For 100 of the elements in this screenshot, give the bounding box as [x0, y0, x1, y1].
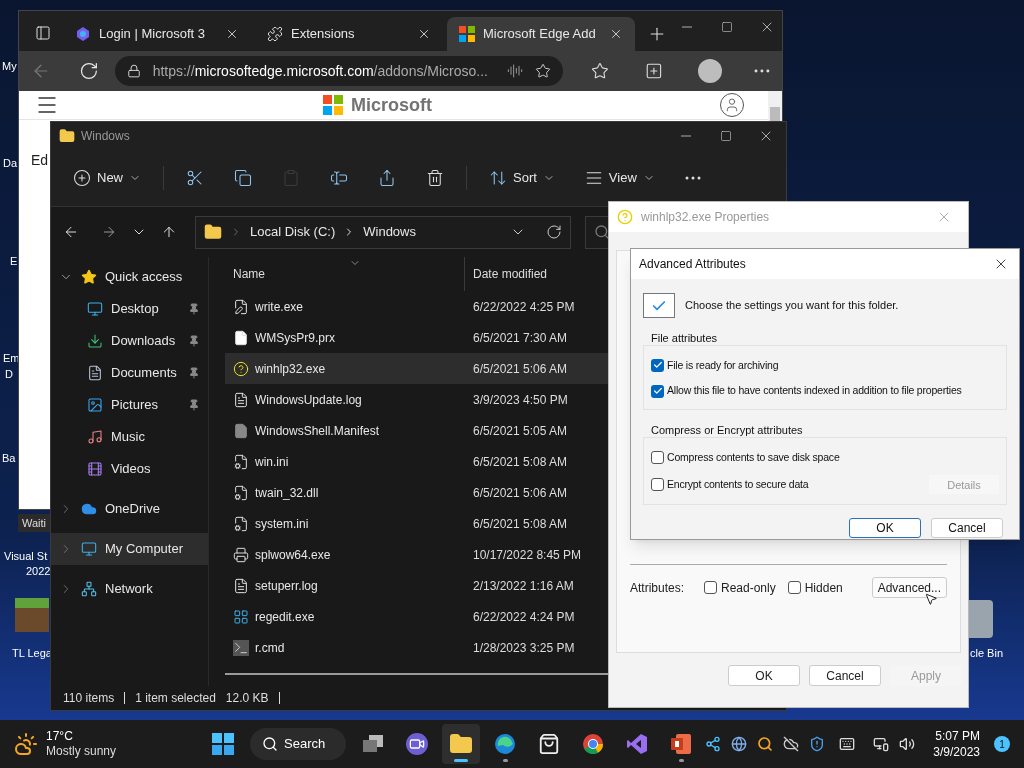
more-icon[interactable]	[754, 69, 770, 73]
task-view-icon	[362, 734, 384, 754]
share-icon[interactable]	[705, 736, 722, 752]
close-tab-icon[interactable]	[609, 27, 623, 41]
column-header[interactable]: Date modified	[465, 265, 548, 283]
plus-icon	[73, 169, 91, 187]
toolbar-button[interactable]: New	[65, 162, 149, 194]
nav-item[interactable]: Pictures	[51, 389, 208, 421]
checkbox[interactable]	[651, 450, 664, 464]
breadcrumb[interactable]: Windows	[363, 222, 416, 242]
file-row[interactable]: system.ini 6/5/2021 5:08 AM	[225, 508, 786, 539]
checkbox[interactable]	[651, 384, 664, 398]
checkbox[interactable]	[704, 581, 717, 594]
pin-icon	[188, 303, 200, 315]
profile-avatar[interactable]	[698, 59, 723, 83]
close-tab-icon[interactable]	[417, 27, 431, 41]
file-icon	[233, 422, 249, 439]
shield-icon[interactable]	[809, 736, 826, 752]
network-icon[interactable]	[873, 736, 890, 752]
up-icon[interactable]	[161, 224, 177, 240]
magnifier-icon[interactable]	[757, 736, 774, 752]
nav-item[interactable]: Documents	[51, 357, 208, 389]
date-cell-text: 6/5/2021 5:06 AM	[472, 360, 568, 378]
close-tab-icon[interactable]	[225, 27, 239, 41]
address-bar[interactable]: Local Disk (C:) Windows	[195, 215, 571, 249]
desktop-icon	[87, 301, 103, 317]
collections-icon[interactable]	[644, 62, 663, 80]
checkbox[interactable]	[651, 358, 664, 372]
browser-tab[interactable]: Login | Microsoft 3	[63, 17, 251, 51]
chrome-logo-icon	[582, 733, 604, 755]
browser-tab[interactable]: Microsoft Edge Add	[447, 17, 635, 51]
read-aloud-icon[interactable]	[506, 63, 523, 79]
address-bar[interactable]: https://microsoftedge.microsoft.com/addons/Microso...	[114, 56, 563, 86]
computer-icon	[81, 541, 97, 557]
cloud-off-icon[interactable]	[783, 736, 800, 752]
dialog-button[interactable]: OK	[849, 518, 921, 539]
desktop-icon-label[interactable]: E	[10, 253, 18, 270]
toolbar-button[interactable]: Sort	[481, 162, 563, 194]
file-row[interactable]: regedit.exe 6/22/2022 4:24 PM	[225, 601, 786, 632]
forward-icon[interactable]	[101, 224, 117, 240]
notification-badge[interactable]: 1	[994, 736, 1010, 752]
nav-item[interactable]: Downloads	[51, 325, 208, 357]
intro-text: Choose the settings you want for this folder.	[685, 298, 899, 314]
nav-item[interactable]: Music	[51, 421, 208, 453]
refresh-icon[interactable]	[78, 61, 99, 81]
desktop-icon-label[interactable]: 2022	[26, 563, 51, 580]
grass-block-icon[interactable]	[15, 598, 49, 632]
window-title: Windows	[81, 128, 131, 145]
nav-item[interactable]: OneDrive	[51, 493, 208, 525]
add-favorite-icon[interactable]	[534, 63, 551, 79]
browser-tab[interactable]: Extensions	[255, 17, 443, 51]
file-row[interactable]: splwow64.exe 10/17/2022 8:45 PM	[225, 539, 786, 570]
taskbar-app[interactable]	[442, 724, 480, 764]
question-icon	[617, 209, 633, 225]
dialog-button[interactable]: Cancel	[809, 665, 881, 686]
checkbox[interactable]	[651, 478, 664, 492]
nav-item[interactable]: Desktop	[51, 293, 208, 325]
clock-time[interactable]: 5:07 PM	[935, 728, 980, 744]
maximize-icon[interactable]	[721, 21, 733, 33]
trash-icon	[426, 169, 444, 187]
desktop-icon-label[interactable]: Da	[3, 155, 18, 172]
picture-icon	[87, 397, 103, 413]
terminal-icon	[233, 639, 249, 656]
back-icon[interactable]	[63, 224, 79, 240]
date-cell-text: 2/13/2022 1:16 AM	[472, 577, 574, 595]
volume-icon[interactable]	[899, 736, 916, 752]
nav-item[interactable]: Videos	[51, 453, 208, 485]
column-header[interactable]: Name	[225, 257, 465, 291]
group-title: File attributes	[650, 331, 719, 346]
selection-info: 1 item selected	[135, 690, 216, 707]
download-icon	[87, 333, 103, 349]
account-icon[interactable]	[720, 93, 744, 117]
desktop-icon-label[interactable]: Ba	[2, 450, 16, 467]
globe-icon[interactable]	[731, 736, 748, 752]
nav-item[interactable]: Network	[51, 573, 208, 605]
favorites-icon[interactable]	[590, 62, 609, 80]
dialog-button[interactable]: OK	[728, 665, 800, 686]
desktop-icon-label[interactable]: My	[2, 58, 17, 75]
checkbox-label: Encrypt contents to secure data	[667, 476, 810, 492]
date-cell-text: 6/22/2022 4:24 PM	[472, 608, 575, 626]
checkbox-label: Compress contents to save disk space	[667, 449, 841, 465]
tab-actions-icon[interactable]	[35, 25, 51, 41]
toolbar-button[interactable]: View	[576, 162, 663, 194]
dialog-button[interactable]: Cancel	[931, 518, 1003, 539]
advanced-button[interactable]: Advanced...	[871, 577, 947, 598]
refresh-icon[interactable]	[546, 224, 562, 240]
nav-item[interactable]: Quick access	[51, 261, 208, 293]
nav-item[interactable]: My Computer	[51, 533, 208, 565]
desktop-icon-label[interactable]: D	[5, 366, 13, 383]
more-icon	[684, 176, 701, 180]
desktop-icon-label[interactable]: Visual St	[4, 548, 48, 565]
checkbox[interactable]	[787, 581, 801, 594]
maximize-icon[interactable]	[720, 130, 732, 142]
breadcrumb[interactable]: Local Disk (C:)	[250, 222, 336, 242]
clock-date[interactable]: 3/9/2023	[933, 744, 980, 760]
keyboard-icon[interactable]	[839, 736, 856, 752]
desktop-icon-label[interactable]: cle Bin	[970, 645, 1004, 662]
file-row[interactable]: r.cmd 1/28/2023 3:25 PM	[225, 632, 786, 663]
search-button[interactable]: Search	[250, 728, 346, 760]
weather-condition: Mostly sunny	[46, 744, 117, 759]
